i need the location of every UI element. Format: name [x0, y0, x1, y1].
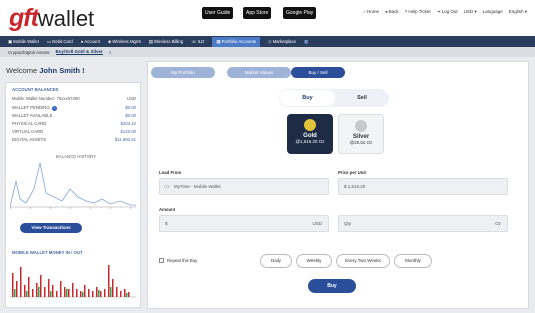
price-per-unit-field[interactable]: $ 1,616.20 [338, 178, 508, 195]
user-guide-button[interactable]: User Guide [202, 7, 234, 19]
money-in-out-chart [10, 265, 136, 298]
wallet-number-row: Mobile Wallet Number: 70xxx57200 USD [12, 96, 136, 101]
language-select[interactable]: English ▾ [509, 9, 527, 15]
help-ticket-link[interactable]: ? Help Ticket [405, 9, 431, 15]
balance-row: WALLET PENDING i $0.00 [12, 105, 136, 111]
top-header: gftwallet User Guide App Store Google Pl… [0, 0, 535, 36]
app-store-button[interactable]: App Store [243, 7, 272, 19]
info-icon[interactable]: i [51, 106, 57, 111]
sub-nav: Crypto/Digital Assets Buy/Sell Gold & Si… [0, 47, 535, 57]
google-play-button[interactable]: Google Play [283, 7, 317, 19]
header-links: ⌂ Home ◂ Back ? Help Ticket ⇥ Log Out US… [363, 9, 527, 15]
home-link[interactable]: ⌂ Home [363, 9, 379, 15]
subnav-crypto[interactable]: Crypto/Digital Assets [8, 50, 50, 55]
freq-daily[interactable]: Daily [260, 254, 292, 268]
silver-card[interactable]: Silver @25.52 Oz [338, 114, 384, 154]
grid-icon[interactable]: ▦ [304, 39, 308, 45]
freq-every-two-weeks[interactable]: Every Two Weeks [336, 254, 390, 268]
brand-logo[interactable]: gftwallet [9, 4, 94, 33]
balance-history-chart [10, 162, 136, 209]
balance-history-title: BALANCE HISTORY [56, 154, 97, 159]
balances-title: ACCOUNT BALANCES [12, 87, 59, 92]
nav-item-mobile-wallet[interactable]: ▣ Mobile Wallet [8, 39, 39, 45]
balance-row: WALLET AVAILABLE $0.00 [12, 113, 136, 118]
nav-item-wireless-mgmt[interactable]: ◈ Wireless Mgmt [108, 39, 141, 45]
nav-item-portfolio-accounts[interactable]: ▦ Portfolio Accounts [212, 36, 261, 47]
account-panel: ACCOUNT BALANCES Mobile Wallet Number: 7… [5, 82, 141, 308]
balance-row: DIGITAL ASSETS $11,960.81 [12, 137, 136, 142]
currency-select[interactable]: USD ▾ [464, 9, 477, 15]
language-label: Language [482, 9, 503, 14]
main-nav: ▣ Mobile Wallet ▭ Debit Card ● Account ◈… [0, 36, 535, 47]
repeat-checkbox[interactable] [159, 258, 164, 263]
repeat-label: Repeat this Buy [167, 258, 198, 263]
nav-item-account[interactable]: ● Account [81, 39, 100, 44]
nav-item-debit-card[interactable]: ▭ Debit Card [47, 39, 73, 45]
amount-input[interactable]: $ USD [159, 215, 329, 232]
gold-card[interactable]: Gold @1,616.20 Oz [287, 114, 333, 154]
amount-label: Amount [159, 207, 176, 212]
logout-link[interactable]: ⇥ Log Out [437, 9, 458, 15]
wallet-icon: ▭ [164, 184, 170, 190]
tab-buy-sell[interactable]: Buy / Sell [291, 67, 345, 78]
buy-sell-toggle: Buy Sell [279, 89, 389, 107]
menu-icon[interactable]: ≡ [109, 50, 112, 55]
sell-toggle[interactable]: Sell [336, 90, 388, 106]
silver-coin-icon [355, 120, 367, 132]
gold-coin-icon [304, 119, 316, 131]
balance-row: VIRTUAL CARD $120.00 [12, 129, 136, 134]
tab-my-portfolio[interactable]: My Portfolio [151, 67, 215, 78]
back-link[interactable]: ◂ Back [385, 9, 399, 15]
subnav-buy-sell-gold-silver[interactable]: Buy/Sell Gold & Silver [55, 49, 103, 55]
view-transactions-button[interactable]: View Transactions [20, 223, 82, 233]
tab-market-values[interactable]: Market Values [227, 67, 291, 78]
nav-item-wireless-billing[interactable]: ▤ Wireless Billing [149, 39, 183, 45]
nav-item-marketplace[interactable]: ◇ Marketplace [268, 39, 296, 45]
freq-monthly[interactable]: Monthly [394, 254, 432, 268]
trade-panel: My Portfolio Market Values Buy / Sell Bu… [147, 61, 529, 309]
balance-row: PHYSICAL CARD $203.42 [12, 121, 136, 126]
buy-button[interactable]: Buy [308, 279, 356, 293]
buy-toggle[interactable]: Buy [280, 90, 335, 106]
welcome-text: Welcome John Smith ! [6, 66, 85, 75]
freq-weekly[interactable]: Weekly [296, 254, 332, 268]
price-per-unit-label: Price per Unit [338, 170, 366, 175]
money-in-out-title: MOBILE WALLET MONEY IN / OUT [12, 250, 83, 255]
nav-item-ild[interactable]: ☏ ILD [191, 39, 204, 45]
load-from-select[interactable]: ▭ MyTime - Mobile Wallet [159, 178, 329, 195]
load-from-label: Load From [159, 170, 182, 175]
qty-input[interactable]: Qty Oz [338, 215, 508, 232]
